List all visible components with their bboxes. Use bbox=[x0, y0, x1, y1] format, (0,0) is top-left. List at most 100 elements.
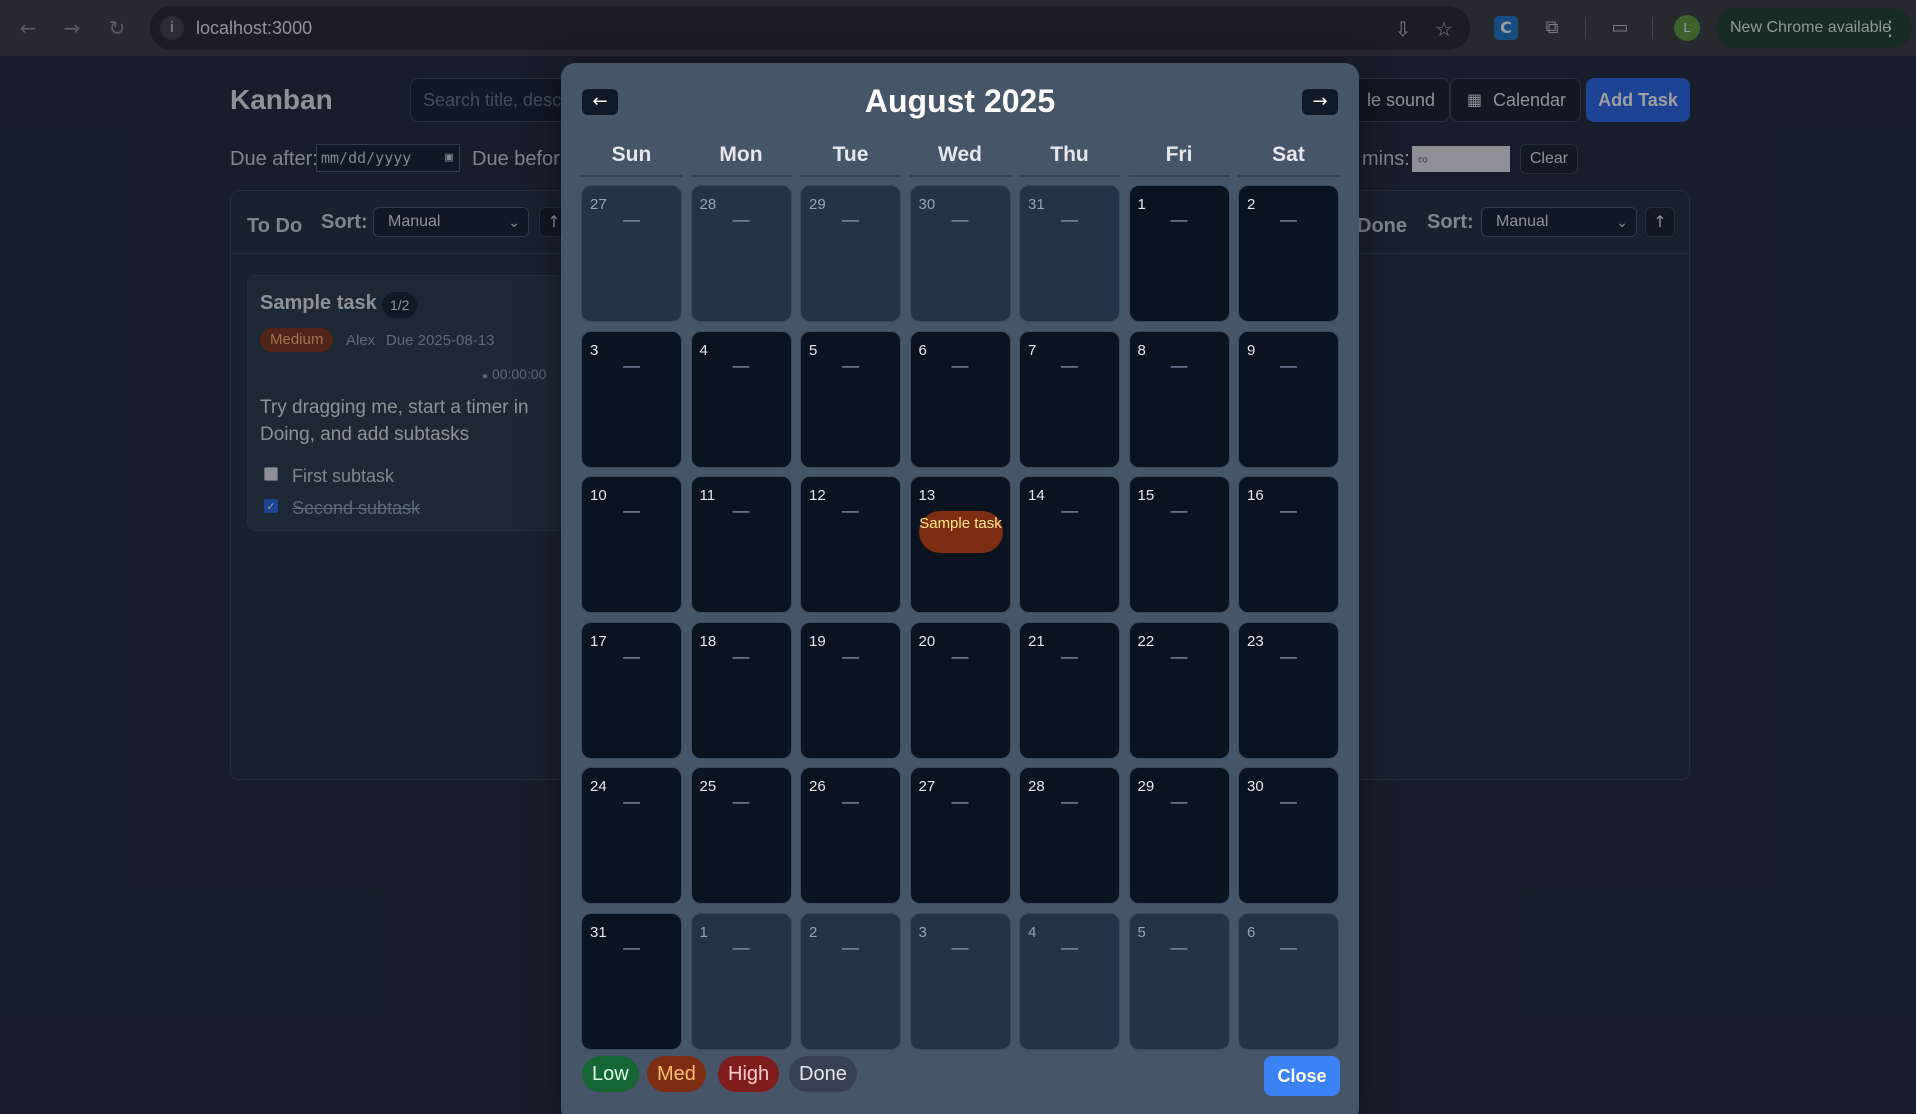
calendar-day-cell[interactable]: 8— bbox=[1128, 330, 1230, 468]
next-month-button[interactable]: → bbox=[1302, 89, 1338, 115]
calendar-day-cell[interactable]: 1— bbox=[1128, 185, 1230, 322]
calendar-day-cell[interactable]: 5— bbox=[1128, 912, 1230, 1050]
calendar-day-cell[interactable]: 26— bbox=[800, 767, 901, 904]
empty-day-marker: — bbox=[1170, 210, 1188, 229]
empty-day-marker: — bbox=[951, 792, 969, 811]
calendar-day-cell[interactable]: 19— bbox=[800, 621, 901, 759]
calendar-day-cell[interactable]: 28— bbox=[1019, 767, 1120, 904]
weekday-header: Fri bbox=[1165, 143, 1193, 166]
weekday-header: Sat bbox=[1272, 143, 1305, 166]
calendar-day-cell[interactable]: 27— bbox=[909, 767, 1011, 904]
calendar-day-cell[interactable]: 16— bbox=[1238, 476, 1339, 613]
calendar-day-cell[interactable]: 30— bbox=[1238, 767, 1339, 904]
empty-day-marker: — bbox=[623, 210, 640, 229]
calendar-day-cell[interactable]: 2— bbox=[800, 912, 901, 1050]
empty-day-marker: — bbox=[1061, 792, 1078, 811]
calendar-modal: ← August 2025 → Sun Mon Tue Wed Thu Fri Sat 27—… bbox=[561, 63, 1359, 1114]
calendar-day-cell[interactable]: 23— bbox=[1238, 621, 1339, 759]
calendar-day-cell[interactable]: 7— bbox=[1019, 330, 1120, 468]
empty-day-marker: — bbox=[1170, 501, 1188, 520]
weekday-underline bbox=[909, 175, 1011, 177]
empty-day-marker: — bbox=[1280, 937, 1297, 957]
empty-day-marker: — bbox=[842, 792, 859, 811]
calendar-day-cell[interactable]: 29— bbox=[800, 185, 901, 322]
empty-day-marker: — bbox=[1061, 501, 1078, 520]
empty-day-marker: — bbox=[1061, 210, 1078, 229]
empty-day-marker: — bbox=[1061, 646, 1078, 666]
calendar-day-cell[interactable]: 20— bbox=[909, 621, 1011, 759]
empty-day-marker: — bbox=[1280, 792, 1297, 811]
calendar-title: August 2025 bbox=[864, 83, 1056, 119]
empty-day-marker: — bbox=[842, 937, 859, 957]
weekday-underline bbox=[1238, 175, 1339, 177]
empty-day-marker: — bbox=[842, 646, 859, 666]
weekday-header: Mon bbox=[719, 143, 763, 166]
calendar-day-cell[interactable]: 4— bbox=[1019, 912, 1120, 1050]
calendar-day-cell[interactable]: 14— bbox=[1019, 476, 1120, 613]
empty-day-marker: — bbox=[623, 646, 640, 666]
empty-day-marker: — bbox=[1280, 501, 1297, 520]
calendar-day-cell[interactable]: 31— bbox=[1019, 185, 1120, 322]
empty-day-marker: — bbox=[1280, 355, 1297, 375]
weekday-header: Sun bbox=[611, 143, 652, 166]
legend-done: Done bbox=[789, 1056, 857, 1092]
calendar-day-cell[interactable]: 13 Sample task bbox=[909, 476, 1011, 613]
calendar-day-cell[interactable]: 21— bbox=[1019, 621, 1120, 759]
calendar-day-cell[interactable]: 18— bbox=[690, 621, 792, 759]
empty-day-marker: — bbox=[623, 792, 640, 811]
calendar-day-cell[interactable]: 4— bbox=[690, 330, 792, 468]
empty-day-marker: — bbox=[1170, 792, 1188, 811]
day-number: 13 bbox=[918, 487, 936, 504]
empty-day-marker: — bbox=[951, 355, 969, 375]
weekday-underline bbox=[800, 175, 901, 177]
calendar-day-cell[interactable]: 6— bbox=[1238, 912, 1339, 1050]
empty-day-marker: — bbox=[951, 646, 969, 666]
empty-day-marker: — bbox=[1061, 937, 1078, 957]
empty-day-marker: — bbox=[951, 937, 969, 957]
calendar-day-cell[interactable]: 5— bbox=[800, 330, 901, 468]
calendar-day-cell[interactable]: 28— bbox=[690, 185, 792, 322]
empty-day-marker: — bbox=[732, 937, 750, 957]
calendar-day-cell[interactable]: 3— bbox=[581, 330, 682, 468]
weekday-underline bbox=[1019, 175, 1120, 177]
legend-med: Med bbox=[647, 1056, 706, 1092]
empty-day-marker: — bbox=[1170, 937, 1188, 957]
calendar-day-cell[interactable]: 17— bbox=[581, 621, 682, 759]
calendar-day-cell[interactable]: 25— bbox=[690, 767, 792, 904]
close-button[interactable]: Close bbox=[1264, 1056, 1340, 1096]
calendar-day-cell[interactable]: 24— bbox=[581, 767, 682, 904]
calendar-day-cell[interactable]: 27— bbox=[581, 185, 682, 322]
empty-day-marker: — bbox=[732, 355, 750, 375]
calendar-day-cell[interactable]: 31— bbox=[581, 912, 682, 1050]
empty-day-marker: — bbox=[732, 501, 750, 520]
calendar-day-cell[interactable]: 6— bbox=[909, 330, 1011, 468]
calendar-day-cell[interactable]: 11— bbox=[690, 476, 792, 613]
calendar-day-cell[interactable]: 15— bbox=[1128, 476, 1230, 613]
calendar-day-cell[interactable]: 12— bbox=[800, 476, 901, 613]
calendar-event-pill[interactable]: Sample task bbox=[918, 511, 1003, 553]
legend-low: Low bbox=[582, 1056, 639, 1092]
weekday-underline bbox=[581, 175, 682, 177]
empty-day-marker: — bbox=[842, 501, 859, 520]
calendar-day-cell[interactable]: 10— bbox=[581, 476, 682, 613]
empty-day-marker: — bbox=[842, 355, 859, 375]
empty-day-marker: — bbox=[1061, 355, 1078, 375]
weekday-underline bbox=[690, 175, 792, 177]
weekday-header: Thu bbox=[1050, 143, 1089, 166]
calendar-day-cell[interactable]: 9— bbox=[1238, 330, 1339, 468]
calendar-day-cell[interactable]: 30— bbox=[909, 185, 1011, 322]
weekday-header: Wed bbox=[938, 143, 982, 166]
calendar-day-cell[interactable]: 22— bbox=[1128, 621, 1230, 759]
empty-day-marker: — bbox=[1280, 646, 1297, 666]
empty-day-marker: — bbox=[623, 501, 640, 520]
empty-day-marker: — bbox=[842, 210, 859, 229]
calendar-day-cell[interactable]: 2— bbox=[1238, 185, 1339, 322]
empty-day-marker: — bbox=[1170, 355, 1188, 375]
calendar-day-cell[interactable]: 29— bbox=[1128, 767, 1230, 904]
empty-day-marker: — bbox=[1280, 210, 1297, 229]
empty-day-marker: — bbox=[951, 210, 969, 229]
calendar-day-cell[interactable]: 3— bbox=[909, 912, 1011, 1050]
empty-day-marker: — bbox=[623, 937, 640, 957]
calendar-day-cell[interactable]: 1— bbox=[690, 912, 792, 1050]
weekday-underline bbox=[1128, 175, 1230, 177]
